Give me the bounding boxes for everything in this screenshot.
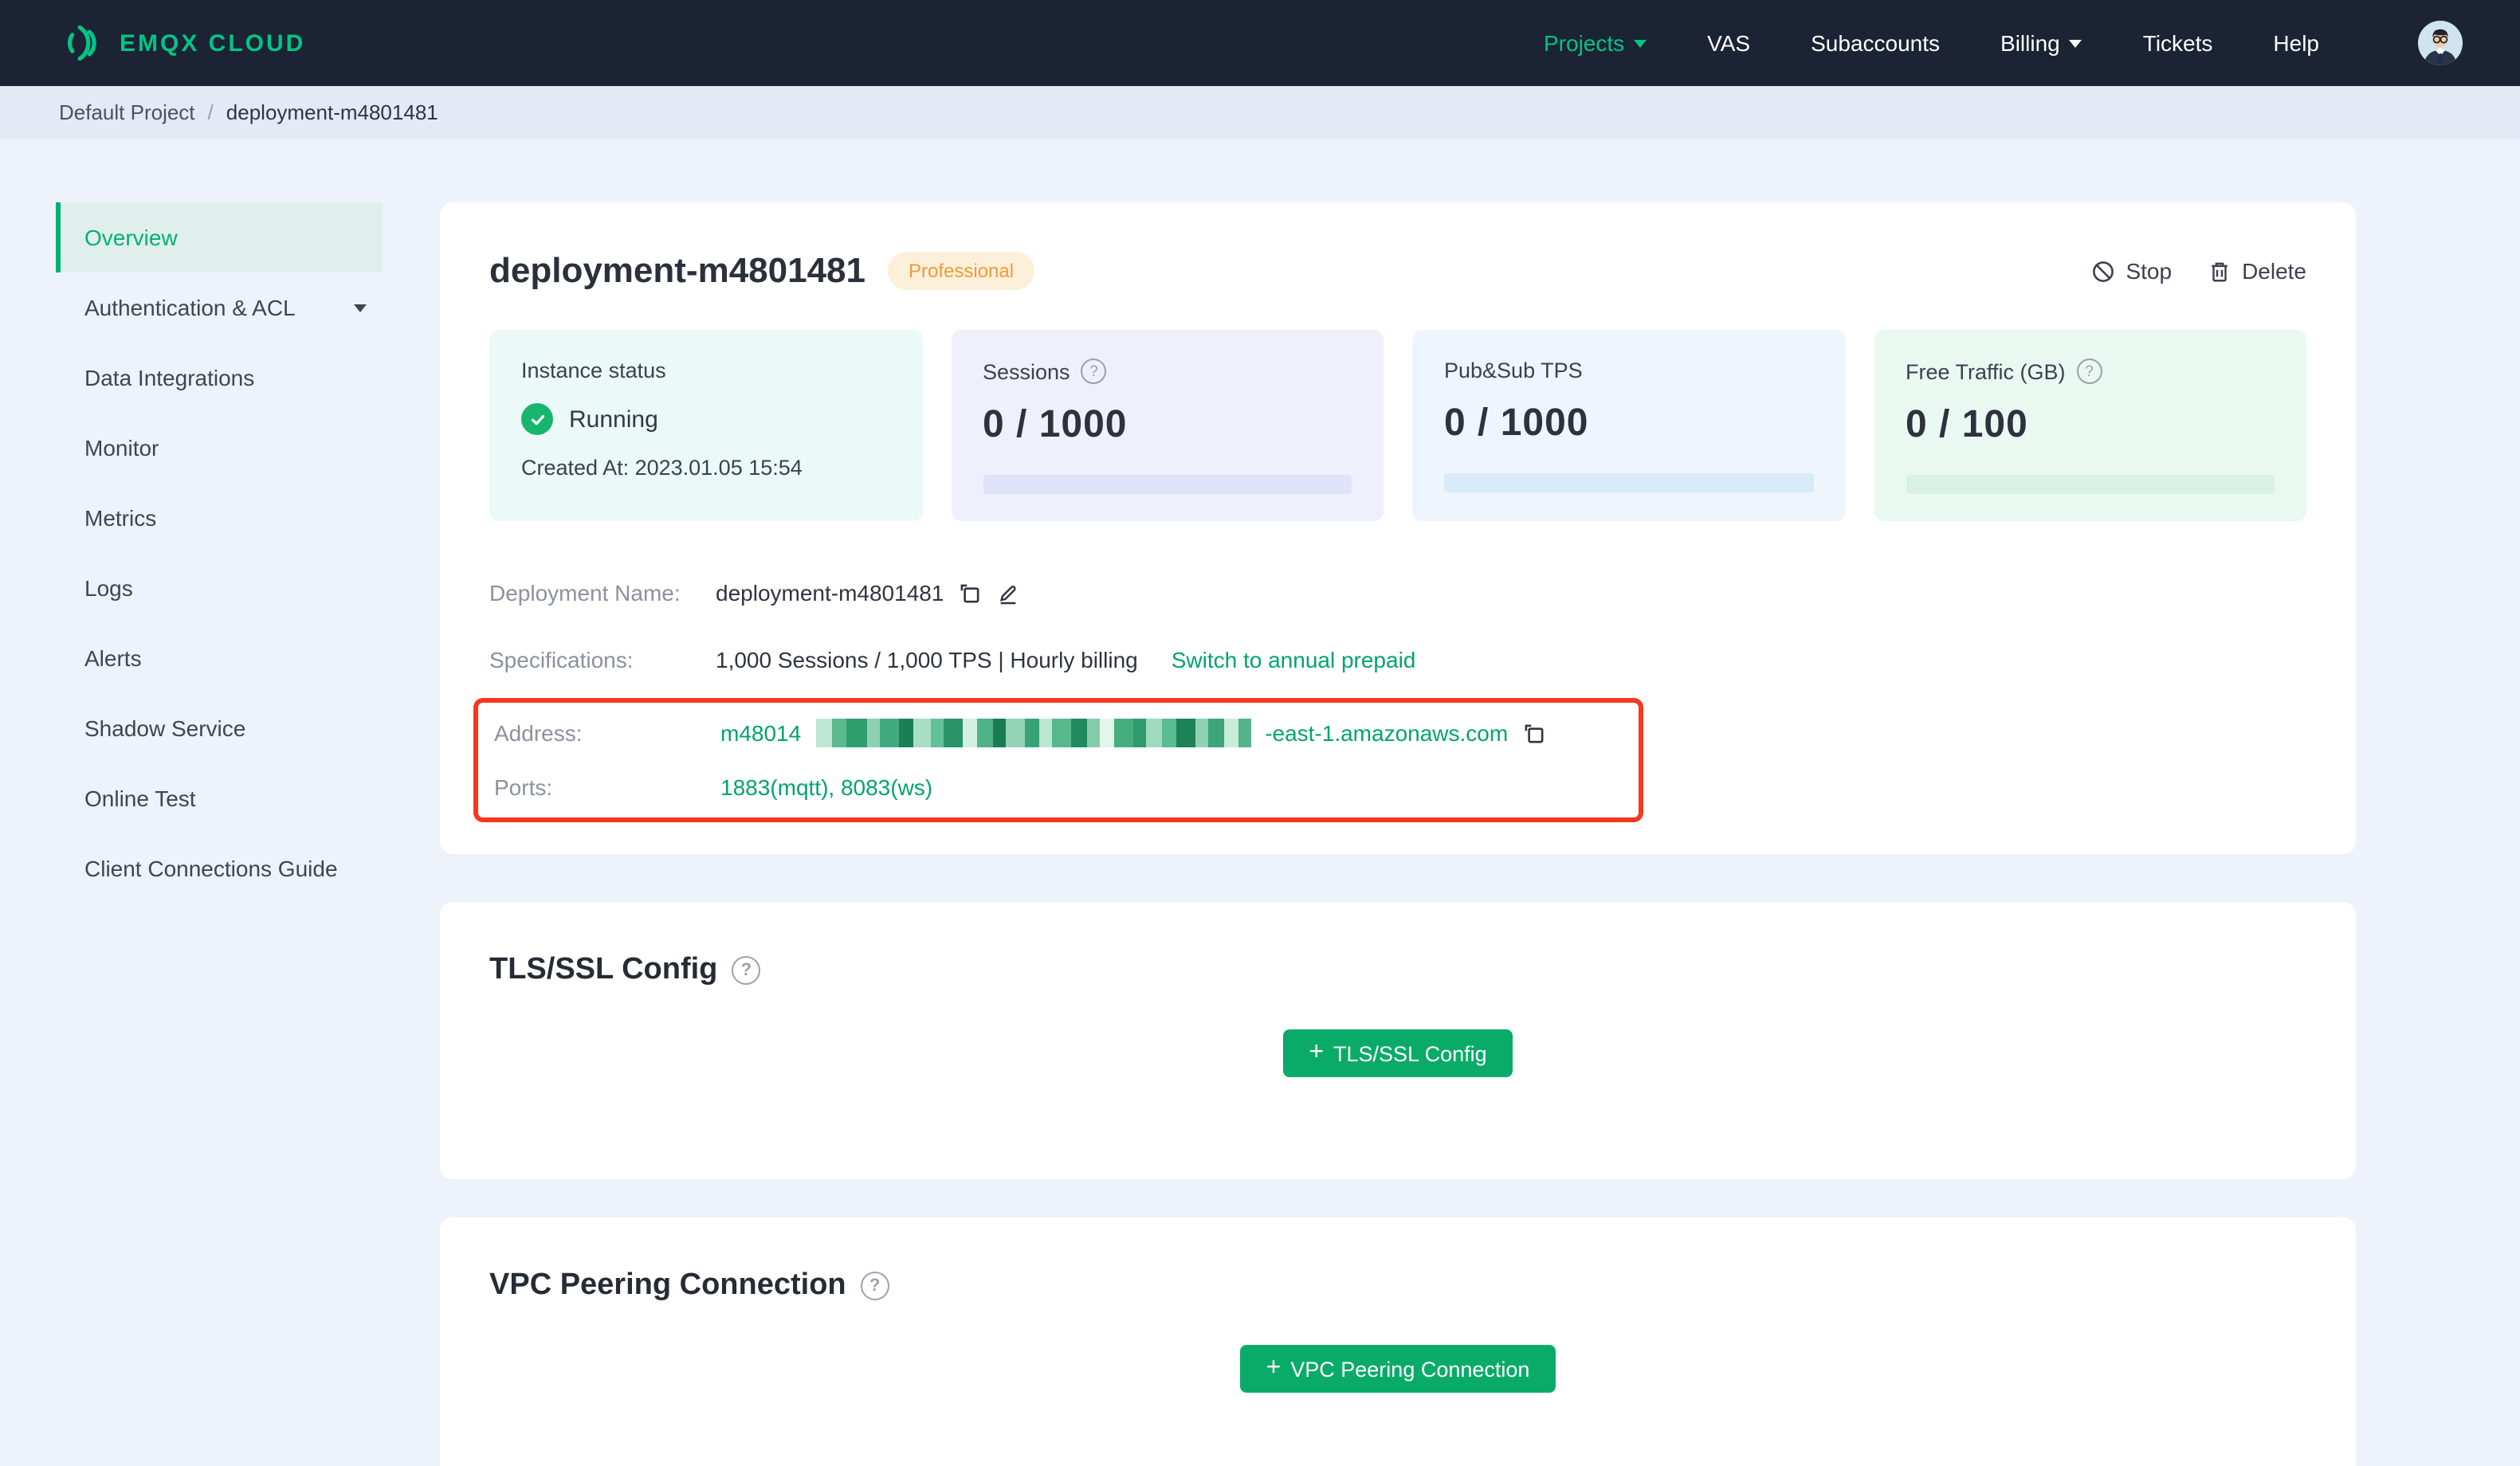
switch-to-annual-prepaid-link[interactable]: Switch to annual prepaid	[1172, 647, 1416, 672]
free-traffic-progress-bar	[1906, 475, 2275, 494]
nav-item-help[interactable]: Help	[2273, 30, 2319, 56]
sidebar-item-metrics[interactable]: Metrics	[56, 483, 383, 553]
sidebar: Overview Authentication & ACL Data Integ…	[0, 202, 440, 904]
emqx-logo-icon	[67, 25, 96, 61]
sidebar-item-authentication-acl[interactable]: Authentication & ACL	[56, 272, 383, 343]
sessions-value: 0 / 1000	[983, 403, 1128, 446]
ports-value: 1883(mqtt), 8083(ws)	[720, 774, 933, 800]
copy-icon	[1525, 723, 1544, 743]
deployment-actions: Stop Delete	[2090, 258, 2306, 284]
chevron-down-icon	[2069, 39, 2082, 53]
check-circle-icon	[521, 403, 553, 435]
stop-icon	[2092, 261, 2114, 281]
page: EMQX CLOUD Projects VAS Subaccounts Bill…	[0, 0, 2520, 1466]
deployment-title: deployment-m4801481	[489, 250, 866, 290]
deployment-info: Deployment Name: deployment-m4801481 Spe…	[473, 559, 2306, 822]
sidebar-item-online-test[interactable]: Online Test	[56, 763, 383, 833]
sessions-title: Sessions ?	[983, 359, 1352, 384]
vpc-help-icon[interactable]: ?	[860, 1272, 889, 1300]
breadcrumb-project[interactable]: Default Project	[59, 100, 195, 124]
chevron-down-icon	[1634, 39, 1647, 53]
breadcrumb-separator: /	[207, 100, 214, 124]
deployment-name-label: Deployment Name:	[489, 580, 681, 606]
running-label: Running	[569, 406, 658, 433]
nav-menu: Projects VAS Subaccounts Billing Tickets…	[1544, 21, 2463, 65]
sessions-help-icon[interactable]: ?	[1081, 359, 1107, 384]
instance-status-value: Running	[521, 403, 890, 435]
tls-ssl-heading: TLS/SSL Config ?	[489, 953, 2306, 988]
sidebar-item-client-connections-guide[interactable]: Client Connections Guide	[56, 833, 383, 904]
sidebar-item-data-integrations[interactable]: Data Integrations	[56, 343, 383, 413]
nav-item-subaccounts[interactable]: Subaccounts	[1811, 30, 1940, 56]
nav-item-vas[interactable]: VAS	[1707, 30, 1750, 56]
sidebar-item-logs[interactable]: Logs	[56, 553, 383, 623]
add-vpc-peering-connection-button[interactable]: + VPC Peering Connection	[1240, 1345, 1556, 1393]
add-tls-ssl-config-button[interactable]: + TLS/SSL Config	[1283, 1029, 1513, 1077]
nav-item-billing[interactable]: Billing	[2000, 30, 2082, 56]
free-traffic-card: Free Traffic (GB) ? 0 / 100	[1874, 330, 2306, 521]
avatar-illustration	[2418, 21, 2463, 65]
plan-badge: Professional	[888, 252, 1035, 290]
pubsub-tps-title: Pub&Sub TPS	[1444, 359, 1583, 382]
brand-logo[interactable]: EMQX CLOUD	[59, 21, 305, 65]
sidebar-item-monitor[interactable]: Monitor	[56, 413, 383, 483]
specifications-row: Specifications: 1,000 Sessions / 1,000 T…	[489, 626, 2306, 693]
deployment-title-row: deployment-m4801481 Professional Stop De…	[489, 250, 2306, 292]
deployment-overview-card: deployment-m4801481 Professional Stop De…	[440, 202, 2356, 854]
free-traffic-value: 0 / 100	[1906, 403, 2028, 446]
sessions-card: Sessions ? 0 / 1000	[951, 330, 1384, 521]
created-at: Created At: 2023.01.05 15:54	[521, 456, 803, 480]
tls-help-icon[interactable]: ?	[732, 956, 761, 985]
nav-item-projects[interactable]: Projects	[1544, 30, 1647, 56]
address-redaction	[815, 719, 1251, 747]
ports-row: Ports: 1883(mqtt), 8083(ws)	[494, 760, 1623, 814]
copy-icon	[961, 583, 979, 602]
sidebar-item-overview[interactable]: Overview	[56, 202, 383, 272]
deployment-name-value: deployment-m4801481	[716, 580, 944, 606]
ports-label: Ports:	[494, 774, 553, 800]
free-traffic-help-icon[interactable]: ?	[2076, 359, 2102, 384]
address-row: Address: m48014 -east-1.amazonaws.com	[494, 706, 1623, 760]
plus-icon: +	[1309, 1038, 1325, 1065]
sidebar-item-alerts[interactable]: Alerts	[56, 623, 383, 693]
specifications-value: 1,000 Sessions / 1,000 TPS | Hourly bill…	[716, 647, 1138, 672]
address-suffix: -east-1.amazonaws.com	[1265, 720, 1509, 746]
main-column: deployment-m4801481 Professional Stop De…	[440, 202, 2356, 1466]
stop-button[interactable]: Stop	[2090, 258, 2172, 284]
top-navbar: EMQX CLOUD Projects VAS Subaccounts Bill…	[0, 0, 2520, 86]
pubsub-tps-card: Pub&Sub TPS 0 / 1000	[1412, 330, 1845, 521]
user-avatar[interactable]	[2418, 21, 2463, 65]
instance-status-card: Instance status Running Created At: 2023…	[489, 330, 922, 521]
address-prefix: m48014	[720, 720, 802, 746]
copy-deployment-name-button[interactable]	[958, 581, 982, 605]
address-ports-highlight: Address: m48014 -east-1.amazonaws.com Po…	[473, 698, 1643, 822]
pubsub-tps-progress-bar	[1444, 473, 1813, 492]
plus-icon: +	[1266, 1354, 1282, 1381]
copy-address-button[interactable]	[1522, 721, 1546, 745]
sessions-progress-bar	[983, 475, 1352, 494]
edit-deployment-name-button[interactable]	[996, 581, 1020, 605]
specifications-label: Specifications:	[489, 647, 634, 672]
trash-icon	[2211, 261, 2227, 281]
status-cards-row: Instance status Running Created At: 2023…	[489, 330, 2306, 521]
vpc-peering-section: VPC Peering Connection ? + VPC Peering C…	[440, 1217, 2356, 1466]
brand-name: EMQX CLOUD	[120, 29, 306, 57]
tls-ssl-section: TLS/SSL Config ? + TLS/SSL Config	[440, 902, 2356, 1179]
breadcrumb-current: deployment-m4801481	[226, 100, 438, 124]
breadcrumb: Default Project / deployment-m4801481	[0, 86, 2520, 139]
deployment-name-row: Deployment Name: deployment-m4801481	[489, 559, 2306, 626]
chevron-down-icon	[354, 304, 367, 318]
pubsub-tps-value: 0 / 1000	[1444, 402, 1589, 445]
vpc-peering-heading: VPC Peering Connection ?	[489, 1268, 2306, 1303]
edit-pencil-icon	[1000, 585, 1016, 604]
nav-item-tickets[interactable]: Tickets	[2143, 30, 2213, 56]
sidebar-item-shadow-service[interactable]: Shadow Service	[56, 693, 383, 763]
delete-button[interactable]: Delete	[2207, 258, 2306, 284]
free-traffic-title: Free Traffic (GB) ?	[1906, 359, 2275, 384]
content: Overview Authentication & ACL Data Integ…	[0, 139, 2520, 1466]
instance-status-title: Instance status	[521, 359, 666, 382]
address-label: Address:	[494, 720, 583, 746]
